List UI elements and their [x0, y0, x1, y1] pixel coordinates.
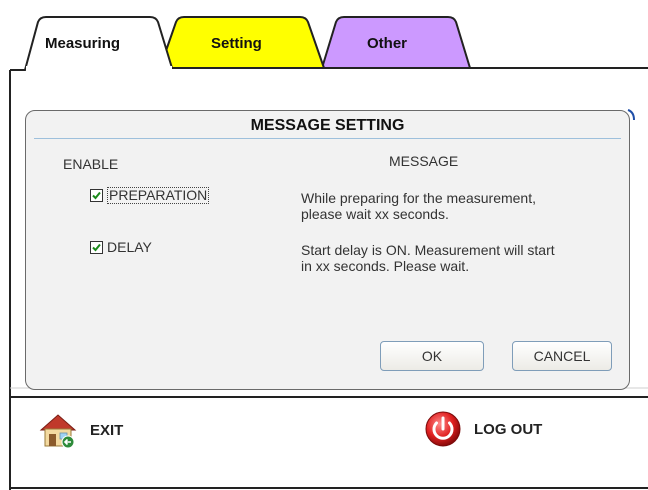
delay-label: DELAY	[107, 239, 152, 255]
tab-measuring[interactable]: Measuring	[45, 35, 120, 52]
exit-label: EXIT	[90, 421, 124, 439]
message-setting-dialog: MESSAGE SETTING ENABLE MESSAGE PREPARATI…	[25, 110, 630, 390]
ok-button[interactable]: OK	[380, 341, 484, 371]
delay-message: Start delay is ON. Measurement will star…	[301, 242, 555, 274]
tab-other[interactable]: Other	[367, 35, 407, 52]
preparation-checkbox-row[interactable]: PREPARATION	[90, 187, 210, 204]
check-icon	[92, 243, 101, 251]
preparation-checkbox[interactable]	[90, 189, 103, 202]
preparation-message-line1: While preparing for the measurement,	[301, 190, 536, 206]
power-icon	[425, 411, 461, 447]
house-exit-icon	[39, 414, 77, 449]
dialog-title: MESSAGE SETTING	[250, 117, 405, 134]
delay-message-line1: Start delay is ON. Measurement will star…	[301, 242, 555, 258]
preparation-label: PREPARATION	[107, 187, 210, 204]
preparation-message: While preparing for the measurement, ple…	[301, 190, 536, 222]
tab-setting[interactable]: Setting	[211, 35, 262, 52]
exit-button[interactable]: EXIT	[38, 410, 123, 450]
enable-column-header: ENABLE	[63, 156, 119, 172]
preparation-message-line2: please wait xx seconds.	[301, 206, 449, 222]
title-divider	[34, 138, 621, 139]
message-column-header: MESSAGE	[389, 153, 459, 169]
delay-message-line2: in xx seconds. Please wait.	[301, 258, 470, 274]
delay-checkbox[interactable]	[90, 240, 103, 254]
check-icon	[92, 191, 101, 200]
logout-button[interactable]: LOG OUT	[424, 410, 542, 448]
logout-label: LOG OUT	[474, 420, 543, 438]
delay-checkbox-row[interactable]: DELAY	[90, 239, 152, 255]
cancel-button[interactable]: CANCEL	[512, 341, 612, 371]
